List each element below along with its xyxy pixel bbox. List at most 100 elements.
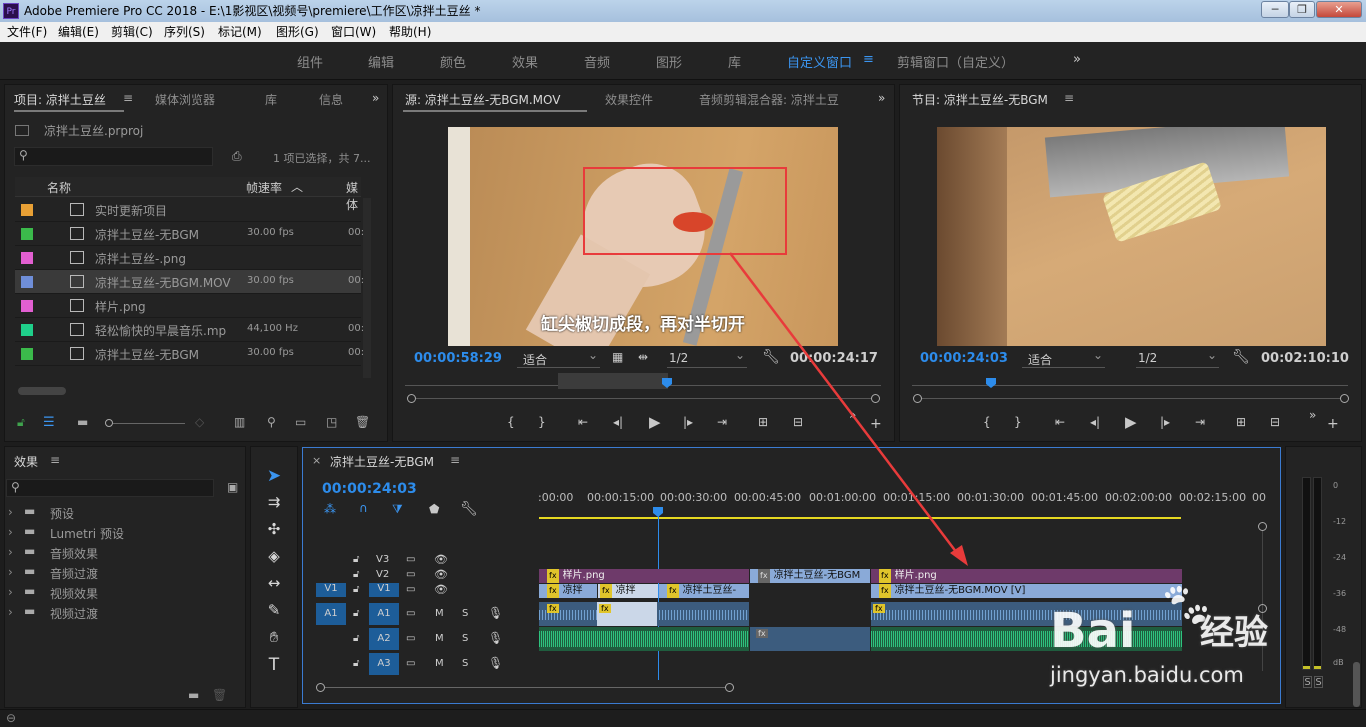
lock-icon[interactable]: 🔓︎ <box>353 633 359 644</box>
project-hscrollbar[interactable] <box>18 387 66 395</box>
new-folder-icon[interactable]: ▬ <box>188 688 199 702</box>
audio-clip-selected[interactable]: fx <box>597 602 657 626</box>
workspace-custom[interactable]: 自定义窗口 <box>787 52 852 71</box>
pen-tool-icon[interactable]: ✎ <box>264 601 284 621</box>
tab-program-menu-icon[interactable]: ≡ <box>1064 91 1074 105</box>
list-view-icon[interactable]: ☰ <box>43 415 55 430</box>
chevron-right-icon[interactable]: › <box>8 585 13 599</box>
source-timecode[interactable]: 00:00:58:29 <box>414 351 502 366</box>
find-icon[interactable]: ⚲ <box>267 415 276 429</box>
timeline-close-icon[interactable]: × <box>312 454 321 467</box>
project-list-item[interactable]: 样片.png <box>15 294 361 318</box>
workspace-effects[interactable]: 效果 <box>512 52 538 71</box>
tab-source[interactable]: 源: 凉拌土豆丝-无BGM.MOV <box>405 91 560 108</box>
menu-help[interactable]: 帮助(H) <box>389 22 431 42</box>
type-tool-icon[interactable]: T <box>264 655 284 675</box>
overwrite-icon[interactable]: ⊟ <box>793 415 803 429</box>
solo-left-button[interactable]: S <box>1303 676 1312 688</box>
solo-button[interactable]: S <box>462 633 468 644</box>
automate-sequence-icon[interactable]: ▥ <box>234 415 245 429</box>
nest-icon[interactable]: ⁂ <box>324 502 336 516</box>
sync-lock-icon[interactable]: ▭ <box>406 584 415 595</box>
step-forward-icon[interactable]: |▸ <box>683 415 693 429</box>
sync-lock-icon[interactable]: ▭ <box>406 633 415 644</box>
effects-folder[interactable]: › ▬ 预设 <box>8 504 238 524</box>
tab-project-menu-icon[interactable]: ≡ <box>123 91 133 105</box>
timeline-hzoom-handle-left[interactable] <box>316 683 325 692</box>
insert-icon[interactable]: ⊞ <box>758 415 768 429</box>
slip-tool-icon[interactable]: ↔ <box>264 574 284 594</box>
color-label[interactable] <box>21 324 33 336</box>
solo-button[interactable]: S <box>462 658 468 669</box>
microphone-icon[interactable]: 🎙︎ <box>488 606 503 620</box>
timeline-vzoom-handle-top[interactable] <box>1258 522 1267 531</box>
source-zoom-handle-left[interactable] <box>407 394 416 403</box>
color-label[interactable] <box>21 228 33 240</box>
program-zoom-handle-left[interactable] <box>913 394 922 403</box>
workspace-overflow-icon[interactable]: » <box>1073 52 1081 67</box>
menu-window[interactable]: 窗口(W) <box>331 22 376 42</box>
add-marker-icon[interactable]: ⬟ <box>429 502 439 516</box>
effects-folder[interactable]: › ▬ 视频过渡 <box>8 604 238 624</box>
project-vscrollbar[interactable] <box>363 198 371 378</box>
project-list-item[interactable]: 凉拌土豆丝-无BGM.MOV 30.00 fps 00: <box>15 270 364 294</box>
source-zoom-handle-right[interactable] <box>871 394 880 403</box>
project-list-item[interactable]: 凉拌土豆丝-无BGM 30.00 fps 00: <box>15 222 364 246</box>
program-video-frame[interactable] <box>937 127 1326 346</box>
menu-clip[interactable]: 剪辑(C) <box>111 22 153 42</box>
sync-lock-icon[interactable]: ▭ <box>406 608 415 619</box>
wrench-icon[interactable]: 🔧︎ <box>762 349 780 365</box>
source-patch-v1[interactable]: V1 <box>316 583 346 597</box>
audio-clip-a1-1[interactable]: fx fx <box>539 602 749 626</box>
safe-margins-icon[interactable]: ▦ <box>612 350 623 364</box>
selection-tool-icon[interactable]: ➤ <box>264 466 284 486</box>
meter-scroll[interactable] <box>1353 662 1360 707</box>
overflow-icon[interactable]: » <box>1309 408 1316 422</box>
hand-tool-icon[interactable]: ✋︎ <box>264 628 284 648</box>
trash-icon[interactable]: 🗑︎ <box>355 415 370 429</box>
program-time-ruler[interactable] <box>912 385 1348 386</box>
clip-v1-c[interactable]: fx 凉拌土豆丝- <box>659 584 749 598</box>
chevron-right-icon[interactable]: › <box>8 605 13 619</box>
menu-marker[interactable]: 标记(M) <box>218 22 262 42</box>
workspace-editing[interactable]: 编辑 <box>368 52 394 71</box>
play-icon[interactable]: ▶ <box>1125 413 1137 431</box>
program-zoom-bar[interactable] <box>922 398 1340 399</box>
step-back-icon[interactable]: ◂| <box>613 415 623 429</box>
lock-icon[interactable]: 🔓︎ <box>353 658 359 669</box>
column-name[interactable]: 名称 <box>47 179 71 196</box>
new-bin-icon[interactable]: ▭ <box>295 415 306 429</box>
minimize-button[interactable]: ─ <box>1261 1 1289 18</box>
mute-button[interactable]: M <box>435 608 444 619</box>
snap-icon[interactable]: ∩ <box>359 501 368 515</box>
timeline-timecode[interactable]: 00:00:24:03 <box>322 481 417 497</box>
add-button-icon[interactable]: + <box>870 416 882 432</box>
color-label[interactable] <box>21 204 33 216</box>
chevron-right-icon[interactable]: › <box>8 525 13 539</box>
go-to-in-icon[interactable]: ⇤ <box>578 415 588 429</box>
mark-in-icon[interactable]: { <box>507 415 515 429</box>
work-area-bar[interactable] <box>539 517 1181 519</box>
overflow-icon[interactable]: » <box>849 408 856 422</box>
tab-media-browser[interactable]: 媒体浏览器 <box>155 91 215 108</box>
step-back-icon[interactable]: ◂| <box>1090 415 1100 429</box>
workspace-custom-edit[interactable]: 剪辑窗口（自定义） <box>897 52 1014 71</box>
timeline-ruler[interactable]: :00:00 00:00:15:00 00:00:30:00 00:00:45:… <box>538 487 1278 507</box>
source-in-out-range[interactable] <box>558 373 668 389</box>
mark-in-icon[interactable]: { <box>983 415 991 429</box>
track-label-a3[interactable]: A3 <box>369 653 399 675</box>
lift-icon[interactable]: ⊞ <box>1236 415 1246 429</box>
go-to-out-icon[interactable]: ⇥ <box>717 415 727 429</box>
chevron-right-icon[interactable]: › <box>8 545 13 559</box>
tab-info[interactable]: 信息 <box>319 91 343 108</box>
workspace-audio[interactable]: 音频 <box>584 52 610 71</box>
chevron-right-icon[interactable]: › <box>8 505 13 519</box>
panel-overflow-icon[interactable]: » <box>372 91 379 105</box>
effects-folder[interactable]: › ▬ 视频效果 <box>8 584 238 604</box>
mark-out-icon[interactable]: } <box>538 415 546 429</box>
source-patch-a1[interactable]: A1 <box>316 603 346 625</box>
track-select-tool-icon[interactable]: ⇉ <box>264 493 284 513</box>
eye-icon[interactable]: 👁︎ <box>434 583 448 596</box>
program-fit-dropdown[interactable]: 适合 <box>1022 348 1105 368</box>
new-bin-icon[interactable]: ▣ <box>227 480 238 494</box>
